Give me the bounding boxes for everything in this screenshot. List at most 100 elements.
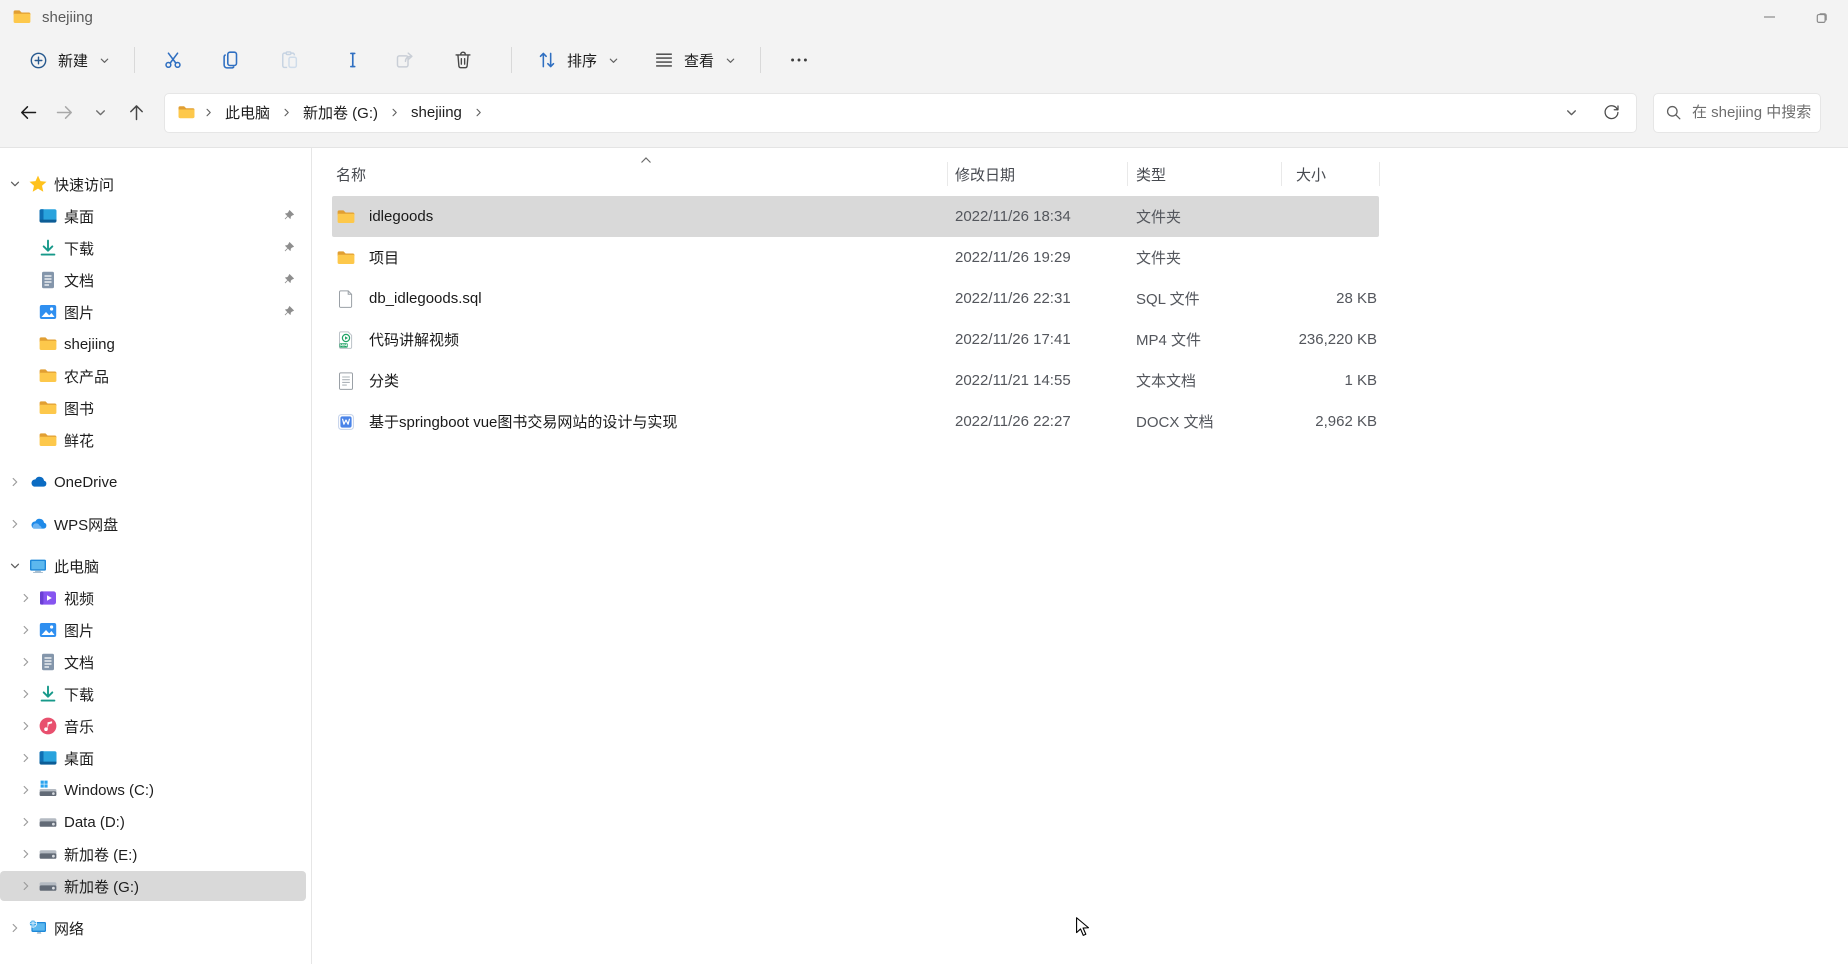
- file-name: 分类: [369, 373, 400, 390]
- cut-button[interactable]: [149, 41, 197, 79]
- column-divider[interactable]: [1281, 162, 1282, 186]
- back-button[interactable]: [10, 95, 46, 131]
- arrow-left-icon: [20, 106, 36, 119]
- column-header-type[interactable]: 类型: [1136, 164, 1166, 185]
- file-row-项目[interactable]: 项目 2022/11/26 19:29 文件夹: [312, 237, 1848, 278]
- sidebar-item-图片[interactable]: 图片: [0, 296, 311, 328]
- window-title: shejiing: [42, 8, 93, 26]
- recent-locations-button[interactable]: [82, 95, 118, 131]
- file-date-cell: 2022/11/26 22:31: [955, 290, 1071, 307]
- sidebar-item-新加卷 (E:)[interactable]: 新加卷 (E:): [0, 838, 311, 870]
- sidebar-item-鲜花[interactable]: 鲜花: [0, 424, 311, 456]
- chevron-down-icon[interactable]: [8, 178, 22, 190]
- sidebar-item-下载[interactable]: 下载: [0, 232, 311, 264]
- chevron-right-icon[interactable]: [19, 880, 33, 892]
- chevron-right-icon[interactable]: [19, 752, 33, 764]
- share-button[interactable]: [381, 41, 429, 79]
- copy-button[interactable]: [207, 41, 255, 79]
- chevron-right-icon[interactable]: [19, 848, 33, 860]
- sidebar-item-视频[interactable]: 视频: [0, 582, 311, 614]
- pin-icon: [282, 241, 296, 259]
- sidebar-item-Windows (C:)[interactable]: Windows (C:): [0, 774, 311, 806]
- sidebar-item-label: 桌面: [64, 750, 95, 768]
- chevron-right-icon[interactable]: [19, 656, 33, 668]
- chevron-down-icon: [608, 55, 619, 66]
- column-divider[interactable]: [1127, 162, 1128, 186]
- main-area: 快速访问 桌面 下载 文档 图片 shejiing 农产品 图书 鲜花 OneDrive WPS网盘…: [0, 147, 1848, 964]
- sidebar-item-新加卷 (G:)[interactable]: 新加卷 (G:): [0, 870, 311, 902]
- breadcrumb: 此电脑 新加卷 (G:) shejiing: [177, 98, 1554, 127]
- arrow-up-icon: [129, 105, 143, 121]
- sidebar-item-文档[interactable]: 文档: [0, 646, 311, 678]
- up-button[interactable]: [118, 95, 154, 131]
- chevron-right-icon[interactable]: [19, 720, 33, 732]
- rename-button[interactable]: [323, 41, 371, 79]
- folder-icon: [336, 207, 356, 227]
- chevron-right-icon[interactable]: [19, 688, 33, 700]
- mp4-icon: [336, 330, 356, 350]
- breadcrumb-item[interactable]: 此电脑: [217, 98, 278, 127]
- sidebar-item-桌面[interactable]: 桌面: [0, 742, 311, 774]
- sidebar-item-网络[interactable]: 网络: [0, 912, 311, 944]
- column-header-date[interactable]: 修改日期: [955, 164, 1015, 185]
- document-icon: [38, 270, 58, 290]
- chevron-right-icon[interactable]: [19, 816, 33, 828]
- sort-button[interactable]: 排序: [526, 42, 629, 78]
- view-button[interactable]: 查看: [643, 42, 746, 78]
- chevron-right-icon[interactable]: [8, 476, 22, 488]
- file-row-idlegoods[interactable]: idlegoods 2022/11/26 18:34 文件夹: [312, 196, 1848, 237]
- sidebar-item-此电脑[interactable]: 此电脑: [0, 550, 311, 582]
- scissors-icon: [165, 52, 181, 69]
- folder-icon: [38, 366, 58, 386]
- file-row-代码讲解视频[interactable]: 代码讲解视频 2022/11/26 17:41 MP4 文件 236,220 KB: [312, 319, 1848, 360]
- minimize-button[interactable]: [1744, 0, 1796, 34]
- sidebar-item-OneDrive[interactable]: OneDrive: [0, 466, 311, 498]
- file-name: db_idlegoods.sql: [369, 290, 482, 307]
- paste-button[interactable]: [265, 41, 313, 79]
- breadcrumb-separator-icon: [473, 107, 484, 118]
- column-header-size[interactable]: 大小: [1296, 164, 1326, 185]
- video-icon: [38, 588, 58, 608]
- sql-icon: [336, 289, 356, 309]
- new-button[interactable]: 新建: [18, 43, 120, 78]
- column-header-name[interactable]: 名称: [336, 164, 366, 185]
- file-row-分类[interactable]: 分类 2022/11/21 14:55 文本文档 1 KB: [312, 360, 1848, 401]
- sidebar-item-音乐[interactable]: 音乐: [0, 710, 311, 742]
- arrow-right-icon: [56, 106, 72, 119]
- pin-icon: [282, 305, 296, 323]
- delete-button[interactable]: [439, 41, 487, 79]
- column-divider[interactable]: [947, 162, 948, 186]
- file-row-db_idlegoods.sql[interactable]: db_idlegoods.sql 2022/11/26 22:31 SQL 文件 28…: [312, 278, 1848, 319]
- sidebar-item-桌面[interactable]: 桌面: [0, 200, 311, 232]
- breadcrumb-separator-icon: [389, 107, 400, 118]
- sidebar-item-快速访问[interactable]: 快速访问: [0, 168, 311, 200]
- sort-button-label: 排序: [567, 52, 598, 70]
- refresh-button[interactable]: [1594, 97, 1628, 129]
- chevron-right-icon[interactable]: [8, 518, 22, 530]
- download-icon: [38, 238, 58, 258]
- chevron-right-icon[interactable]: [8, 922, 22, 934]
- column-divider[interactable]: [1379, 162, 1380, 186]
- address-bar[interactable]: 此电脑 新加卷 (G:) shejiing: [164, 92, 1637, 133]
- forward-button[interactable]: [46, 95, 82, 131]
- file-size-cell: 2,962 KB: [1315, 413, 1377, 430]
- more-button[interactable]: [775, 41, 823, 79]
- chevron-down-icon[interactable]: [8, 560, 22, 572]
- breadcrumb-item[interactable]: shejiing: [403, 100, 470, 125]
- sidebar-item-农产品[interactable]: 农产品: [0, 360, 311, 392]
- address-dropdown-button[interactable]: [1554, 97, 1588, 129]
- file-row-基于springboot vue图书交易网站的设计与实现[interactable]: 基于springboot vue图书交易网站的设计与实现 2022/11/26 2…: [312, 401, 1848, 442]
- sidebar-item-图片[interactable]: 图片: [0, 614, 311, 646]
- sidebar-item-下载[interactable]: 下载: [0, 678, 311, 710]
- restore-button[interactable]: [1796, 0, 1848, 34]
- chevron-right-icon[interactable]: [19, 784, 33, 796]
- sidebar-item-Data (D:)[interactable]: Data (D:): [0, 806, 311, 838]
- sidebar-item-shejiing[interactable]: shejiing: [0, 328, 311, 360]
- sidebar-item-图书[interactable]: 图书: [0, 392, 311, 424]
- sidebar-item-WPS网盘[interactable]: WPS网盘: [0, 508, 311, 540]
- chevron-right-icon[interactable]: [19, 624, 33, 636]
- chevron-right-icon[interactable]: [19, 592, 33, 604]
- file-type-cell: 文件夹: [1136, 209, 1182, 226]
- sidebar-item-文档[interactable]: 文档: [0, 264, 311, 296]
- breadcrumb-item[interactable]: 新加卷 (G:): [295, 98, 386, 127]
